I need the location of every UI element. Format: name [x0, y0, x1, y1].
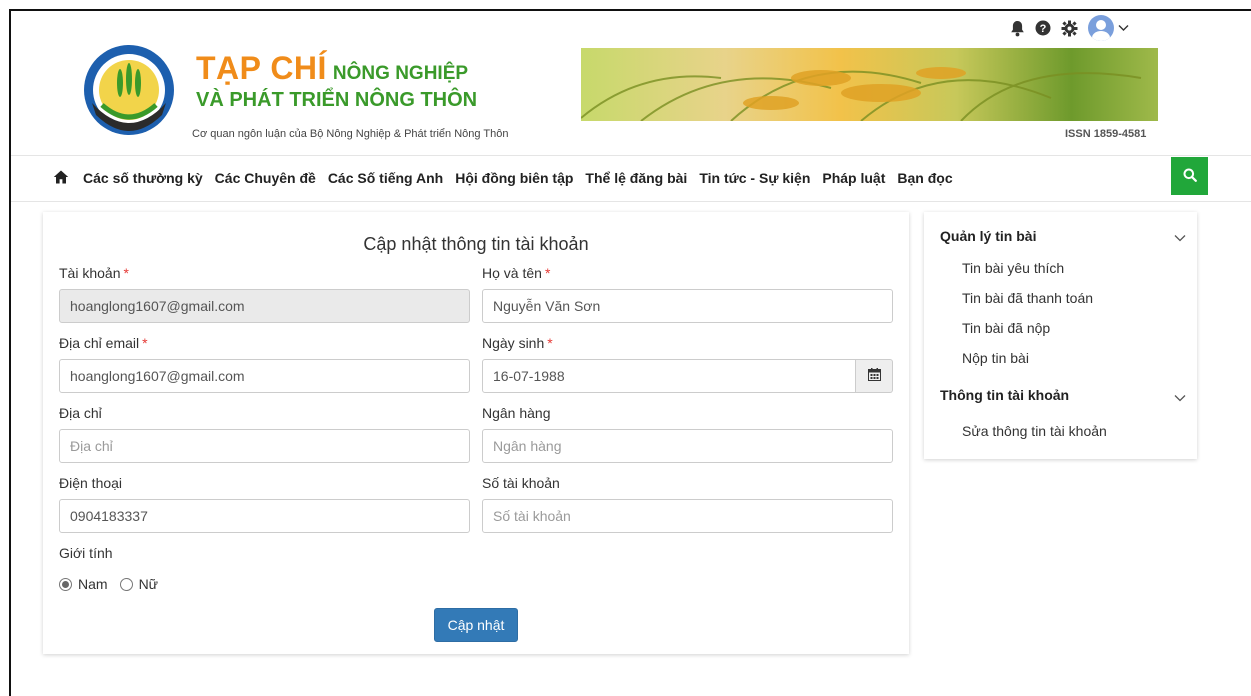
nav-item-regular-issues[interactable]: Các số thường kỳ — [83, 170, 203, 186]
gender-option-label: Nữ — [138, 576, 159, 592]
issn-label: ISSN 1859-4581 — [1065, 128, 1147, 140]
gender-option-female[interactable]: Nữ — [119, 576, 159, 592]
chevron-down-icon[interactable] — [1118, 24, 1129, 32]
chevron-down-icon[interactable] — [1174, 389, 1186, 402]
brand-title: TẠP CHÍ NÔNG NGHIỆP — [196, 50, 468, 87]
brand-title-big: TẠP CHÍ — [196, 50, 327, 86]
help-icon[interactable]: ? — [1035, 20, 1051, 36]
svg-text:?: ? — [1040, 23, 1047, 35]
gear-icon[interactable] — [1061, 20, 1078, 37]
email-label: Địa chỉ email * — [59, 335, 148, 351]
account-field-group: Tài khoản * hoanglong1607@gmail.com — [59, 265, 470, 323]
nav-items: Các số thường kỳ Các Chuyên đề Các Số ti… — [66, 170, 965, 186]
nav-item-readers[interactable]: Bạn đọc — [897, 170, 952, 186]
sidebar-item-paid-articles[interactable]: Tin bài đã thanh toán — [962, 290, 1093, 306]
nav-item-law[interactable]: Pháp luật — [822, 170, 885, 186]
dob-field-group: Ngày sinh * 16-07-1988 — [482, 335, 893, 393]
nav-item-english-issues[interactable]: Các Số tiếng Anh — [328, 170, 443, 186]
gender-label: Giới tính — [59, 545, 113, 561]
form-title: Cập nhật thông tin tài khoản — [363, 234, 589, 254]
chevron-down-icon[interactable] — [1174, 229, 1186, 242]
email-input[interactable]: hoanglong1607@gmail.com — [59, 359, 470, 393]
brand-title-line2: VÀ PHÁT TRIỂN NÔNG THÔN — [196, 89, 478, 111]
dob-input[interactable]: 16-07-1988 — [482, 359, 856, 393]
bank-account-field-group: Số tài khoản — [482, 475, 893, 533]
email-field-group: Địa chỉ email * hoanglong1607@gmail.com — [59, 335, 470, 393]
sidebar-item-submit-article[interactable]: Nộp tin bài — [962, 350, 1029, 366]
top-utility-bar: ? — [1010, 15, 1129, 41]
phone-field-group: Điện thoại 0904183337 — [59, 475, 470, 533]
account-sidebar: Quản lý tin bài Tin bài yêu thích Tin bà… — [924, 212, 1197, 459]
nav-item-submission-rules[interactable]: Thể lệ đăng bài — [585, 170, 687, 186]
radio-male[interactable] — [59, 577, 72, 591]
search-button[interactable] — [1171, 157, 1208, 195]
bank-account-label: Số tài khoản — [482, 475, 560, 491]
phone-input[interactable]: 0904183337 — [59, 499, 470, 533]
dob-label: Ngày sinh * — [482, 335, 553, 351]
fullname-label: Họ và tên * — [482, 265, 551, 281]
gender-option-male[interactable]: Nam — [59, 576, 108, 592]
nav-item-editorial-board[interactable]: Hội đồng biên tập — [455, 170, 573, 186]
account-input: hoanglong1607@gmail.com — [59, 289, 470, 323]
bank-label: Ngân hàng — [482, 405, 551, 421]
sidebar-item-edit-account[interactable]: Sửa thông tin tài khoản — [962, 423, 1107, 439]
brand-subtitle: Cơ quan ngôn luận của Bộ Nông Nghiệp & P… — [192, 128, 509, 140]
gender-radio-group: Nam Nữ — [59, 576, 170, 592]
calendar-icon — [867, 368, 881, 384]
dob-picker: 16-07-1988 — [482, 359, 893, 393]
update-button[interactable]: Cập nhật — [434, 608, 518, 642]
fullname-field-group: Họ và tên * Nguyễn Văn Sơn — [482, 265, 893, 323]
sidebar-section-account[interactable]: Thông tin tài khoản — [940, 387, 1069, 403]
calendar-button[interactable] — [856, 359, 893, 393]
account-update-form: Cập nhật thông tin tài khoản Tài khoản * … — [43, 212, 909, 654]
sidebar-item-favorite-articles[interactable]: Tin bài yêu thích — [962, 260, 1064, 276]
gender-option-label: Nam — [78, 576, 108, 592]
address-input[interactable] — [59, 429, 470, 463]
required-mark: * — [123, 265, 129, 281]
required-mark: * — [547, 335, 553, 351]
rice-banner-image — [581, 48, 1158, 121]
account-label: Tài khoản * — [59, 265, 129, 281]
bank-account-input[interactable] — [482, 499, 893, 533]
sidebar-section-articles[interactable]: Quản lý tin bài — [940, 228, 1036, 244]
address-field-group: Địa chỉ — [59, 405, 470, 463]
ministry-logo[interactable] — [82, 43, 176, 137]
avatar[interactable] — [1088, 15, 1114, 41]
radio-female[interactable] — [119, 577, 133, 591]
nav-item-special-topics[interactable]: Các Chuyên đề — [215, 170, 316, 186]
main-navigation: Các số thường kỳ Các Chuyên đề Các Số ti… — [11, 155, 1251, 202]
bank-input[interactable] — [482, 429, 893, 463]
bank-field-group: Ngân hàng — [482, 405, 893, 463]
required-mark: * — [544, 265, 551, 281]
required-mark: * — [142, 335, 148, 351]
bell-icon[interactable] — [1010, 20, 1025, 37]
sidebar-item-submitted-articles[interactable]: Tin bài đã nộp — [962, 320, 1050, 336]
search-icon — [1183, 168, 1197, 185]
brand-title-small: NÔNG NGHIỆP — [332, 63, 469, 84]
fullname-input[interactable]: Nguyễn Văn Sơn — [482, 289, 893, 323]
nav-item-news-events[interactable]: Tin tức - Sự kiện — [699, 170, 810, 186]
phone-label: Điện thoại — [59, 475, 123, 491]
address-label: Địa chỉ — [59, 405, 102, 421]
